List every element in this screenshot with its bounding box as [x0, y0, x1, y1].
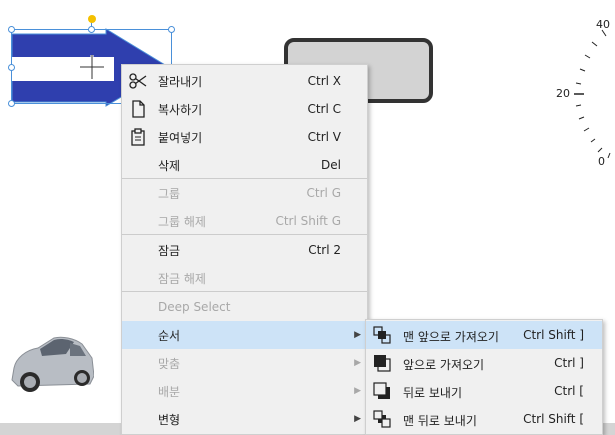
menu-item-transform[interactable]: 변형 ▶ — [122, 405, 367, 433]
menu-item-unlock[interactable]: 잠금 해제 — [122, 264, 367, 292]
submenu-item-send-backward[interactable]: 뒤로 보내기 Ctrl [ — [366, 377, 602, 405]
send-to-back-icon — [373, 410, 391, 428]
resize-handle-nw[interactable] — [8, 26, 15, 33]
gauge-label-0: 0 — [598, 155, 605, 168]
menu-item-group[interactable]: 그룹 Ctrl G — [122, 179, 367, 207]
menu-separator — [122, 234, 367, 235]
scissors-icon — [129, 73, 147, 89]
submenu-item-bring-to-front[interactable]: 맨 앞으로 가져오기 Ctrl Shift ] — [366, 321, 602, 349]
submenu-arrow-icon: ▶ — [354, 330, 361, 340]
menu-item-distribute[interactable]: 배분 ▶ — [122, 377, 367, 405]
resize-handle-ne[interactable] — [168, 26, 175, 33]
rotation-handle[interactable] — [88, 15, 96, 23]
copy-icon — [132, 100, 145, 118]
resize-handle-w[interactable] — [8, 64, 15, 71]
submenu-arrow-icon: ▶ — [354, 358, 361, 368]
bring-forward-icon — [374, 355, 391, 372]
menu-item-delete[interactable]: 삭제 Del — [122, 151, 367, 179]
gauge-shape[interactable]: 40 20 0 — [540, 0, 615, 175]
submenu-item-bring-forward[interactable]: 앞으로 가져오기 Ctrl ] — [366, 349, 602, 377]
resize-handle-sw[interactable] — [8, 100, 15, 107]
order-submenu: 맨 앞으로 가져오기 Ctrl Shift ] 앞으로 가져오기 Ctrl ] … — [365, 319, 603, 435]
menu-item-cut[interactable]: 잘라내기 Ctrl X — [122, 67, 367, 95]
menu-item-paste[interactable]: 붙여넣기 Ctrl V — [122, 123, 367, 151]
bring-to-front-icon — [373, 326, 391, 344]
menu-item-ungroup[interactable]: 그룹 해제 Ctrl Shift G — [122, 207, 367, 235]
submenu-item-send-to-back[interactable]: 맨 뒤로 보내기 Ctrl Shift [ — [366, 405, 602, 433]
car-image[interactable] — [8, 328, 94, 398]
submenu-arrow-icon: ▶ — [354, 386, 361, 396]
menu-item-copy[interactable]: 복사하기 Ctrl C — [122, 95, 367, 123]
context-menu: 잘라내기 Ctrl X 복사하기 Ctrl C 붙여넣기 Ctrl V 삭제 D… — [121, 64, 368, 435]
resize-handle-n[interactable] — [88, 26, 95, 33]
gauge-label-20: 20 — [556, 87, 570, 100]
clipboard-icon — [131, 128, 145, 146]
send-backward-icon — [373, 382, 390, 399]
gauge-label-40: 40 — [596, 18, 610, 31]
menu-item-lock[interactable]: 잠금 Ctrl 2 — [122, 236, 367, 264]
menu-item-deep-select[interactable]: Deep Select — [122, 293, 367, 321]
menu-separator — [122, 291, 367, 292]
menu-item-align[interactable]: 맞춤 ▶ — [122, 349, 367, 377]
submenu-arrow-icon: ▶ — [354, 414, 361, 424]
menu-item-order[interactable]: 순서 ▶ — [122, 321, 367, 349]
